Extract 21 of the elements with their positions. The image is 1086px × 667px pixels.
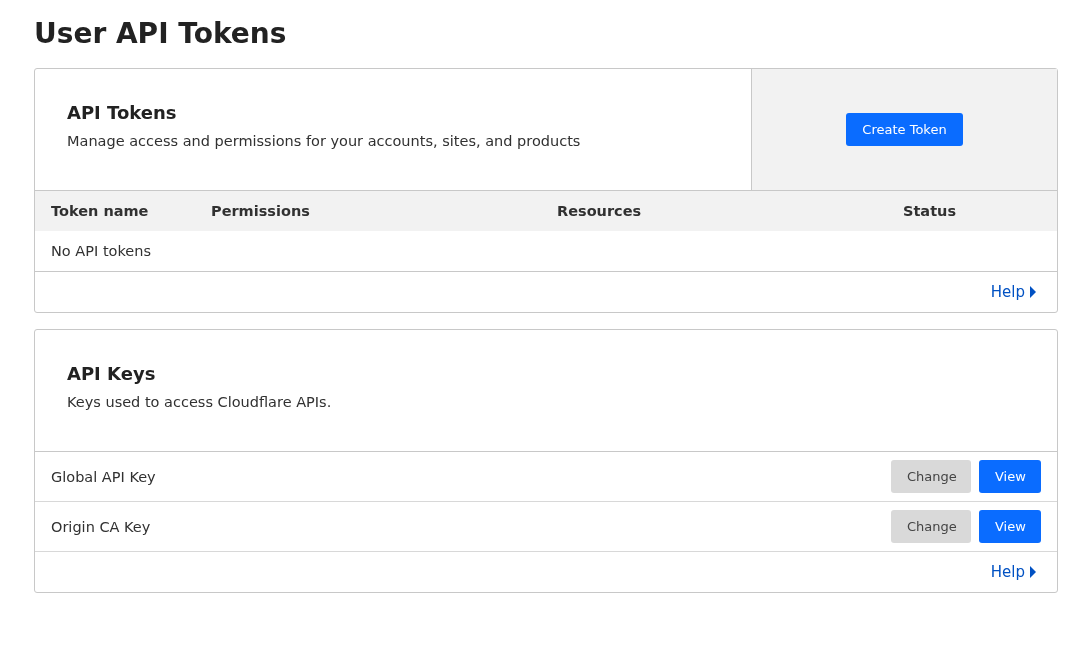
column-header: Token name: [51, 203, 150, 219]
key-name: Origin CA Key: [51, 518, 151, 535]
caret-icon: [1029, 566, 1037, 578]
change-button[interactable]: Change: [891, 460, 971, 493]
view-button[interactable]: View: [979, 510, 1041, 543]
help-link[interactable]: Help: [990, 563, 1037, 581]
card-title: API Tokens: [67, 102, 178, 123]
column-header: Resources: [557, 203, 643, 219]
create-token-button[interactable]: Create Token: [846, 113, 963, 146]
view-button[interactable]: View: [979, 460, 1041, 493]
column-header: Status: [903, 203, 958, 219]
card-description: Manage access and permissions for your accounts, sites, and products: [67, 133, 582, 149]
card-title: API Keys: [67, 363, 157, 384]
card-description: Keys used to access Cloudflare APIs.: [67, 394, 333, 410]
key-name: Global API Key: [51, 468, 156, 485]
column-header: Permissions: [211, 203, 311, 219]
page-title: User API Tokens: [34, 16, 288, 52]
empty-message: No API tokens: [51, 243, 151, 259]
help-link[interactable]: Help: [990, 283, 1037, 301]
caret-icon: [1029, 286, 1037, 298]
change-button[interactable]: Change: [891, 510, 971, 543]
